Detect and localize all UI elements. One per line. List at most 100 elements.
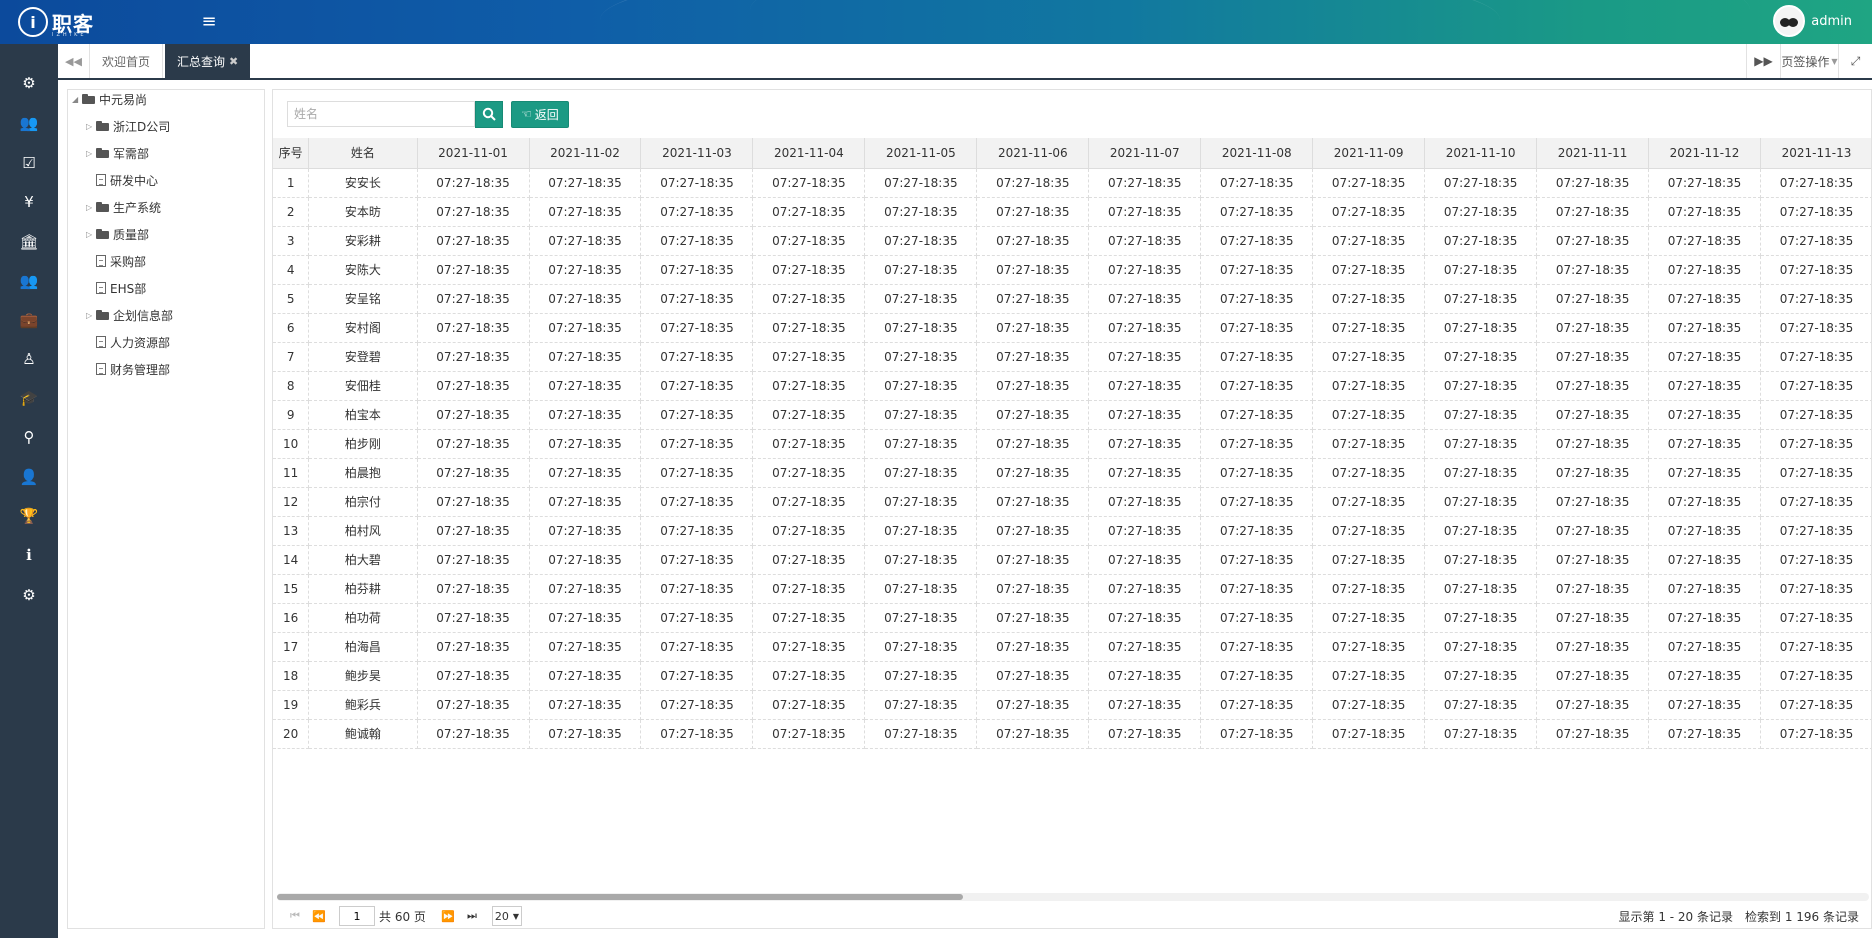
table-row[interactable]: 13 柏村风 07:27-18:35 07:27-18:35 07:27-18:35 07… bbox=[273, 516, 1871, 546]
table-row[interactable]: 20 鲍诚翰 07:27-18:35 07:27-18:35 07:27-18:35 07… bbox=[273, 719, 1871, 749]
app-logo[interactable]: i 职客 IZHIKE bbox=[18, 6, 94, 38]
menu-toggle-icon[interactable]: ≡ bbox=[200, 12, 218, 32]
tab-scroll-left-icon[interactable]: ◀◀ bbox=[58, 44, 90, 78]
tab-home[interactable]: 欢迎首页 bbox=[90, 44, 164, 78]
employee-name-cell: 鲍彩兵 bbox=[308, 690, 418, 720]
user-icon[interactable]: 👤 bbox=[0, 464, 58, 490]
fullscreen-icon[interactable]: ⤢ bbox=[1838, 44, 1872, 78]
table-row[interactable]: 14 柏大碧 07:27-18:35 07:27-18:35 07:27-18:35 07… bbox=[273, 545, 1871, 575]
tree-item[interactable]: ▷ 质量部 bbox=[86, 224, 149, 244]
column-header-index[interactable]: 序号 bbox=[273, 138, 310, 169]
column-header-date[interactable]: 2021-11-13 bbox=[1760, 138, 1871, 169]
scrollbar-thumb[interactable] bbox=[277, 894, 963, 900]
table-row[interactable]: 9 柏宝本 07:27-18:35 07:27-18:35 07:27-18:35 07:… bbox=[273, 400, 1871, 430]
avatar[interactable] bbox=[1773, 5, 1806, 37]
tree-item[interactable]: ▷ 生产系统 bbox=[86, 197, 161, 217]
search-button[interactable] bbox=[475, 100, 503, 128]
column-header-date[interactable]: 2021-11-06 bbox=[976, 138, 1090, 169]
user-menu[interactable]: admin bbox=[1773, 5, 1852, 37]
column-header-date[interactable]: 2021-11-11 bbox=[1536, 138, 1650, 169]
column-header-date[interactable]: 2021-11-03 bbox=[640, 138, 754, 169]
attendance-time-cell: 07:27-18:35 bbox=[640, 516, 754, 546]
table-row[interactable]: 7 安登碧 07:27-18:35 07:27-18:35 07:27-18:35 07:… bbox=[273, 342, 1871, 372]
horizontal-scrollbar[interactable] bbox=[277, 893, 1869, 901]
table-row[interactable]: 2 安本昉 07:27-18:35 07:27-18:35 07:27-18:35 07:… bbox=[273, 197, 1871, 227]
table-row[interactable]: 17 柏海昌 07:27-18:35 07:27-18:35 07:27-18:35 07… bbox=[273, 632, 1871, 662]
caret-down-icon[interactable]: ◢ bbox=[72, 95, 82, 104]
column-header-date[interactable]: 2021-11-12 bbox=[1648, 138, 1762, 169]
table-row[interactable]: 10 柏步刚 07:27-18:35 07:27-18:35 07:27-18:35 07… bbox=[273, 429, 1871, 459]
attendance-time-cell: 07:27-18:35 bbox=[1536, 458, 1650, 488]
attendance-time-cell: 07:27-18:35 bbox=[1760, 574, 1871, 604]
tab-scroll-right-icon[interactable]: ▶▶ bbox=[1746, 44, 1780, 78]
close-icon[interactable]: ✖ bbox=[229, 55, 238, 68]
table-row[interactable]: 18 鲍步昊 07:27-18:35 07:27-18:35 07:27-18:35 07… bbox=[273, 661, 1871, 691]
table-row[interactable]: 1 安安长 07:27-18:35 07:27-18:35 07:27-18:35 07:… bbox=[273, 168, 1871, 198]
column-header-date[interactable]: 2021-11-10 bbox=[1424, 138, 1538, 169]
page-size-select[interactable]: 20 ▼ bbox=[491, 906, 523, 926]
table-row[interactable]: 5 安呈铭 07:27-18:35 07:27-18:35 07:27-18:35 07:… bbox=[273, 284, 1871, 314]
attendance-time-cell: 07:27-18:35 bbox=[976, 632, 1090, 662]
page-number-input[interactable] bbox=[339, 906, 375, 926]
next-page-icon[interactable]: ⏩ bbox=[436, 906, 460, 926]
tree-item[interactable]: 采购部 bbox=[96, 251, 146, 271]
graduation-cap-icon[interactable]: 🎓 bbox=[0, 385, 58, 411]
tree-item[interactable]: 财务管理部 bbox=[96, 359, 170, 379]
tree-root[interactable]: ◢ 中元易尚 bbox=[72, 89, 147, 109]
caret-right-icon[interactable]: ▷ bbox=[86, 230, 96, 239]
user-name[interactable]: admin bbox=[1811, 14, 1852, 29]
tree-item[interactable]: ▷ 浙江D公司 bbox=[86, 116, 170, 136]
column-header-date[interactable]: 2021-11-01 bbox=[417, 138, 530, 169]
column-header-date[interactable]: 2021-11-09 bbox=[1312, 138, 1426, 169]
tab-summary-query[interactable]: 汇总查询 ✖ bbox=[165, 44, 251, 78]
yen-icon[interactable]: ¥ bbox=[0, 189, 58, 215]
row-index-cell: 12 bbox=[273, 487, 310, 517]
tree-item[interactable]: 研发中心 bbox=[96, 170, 158, 190]
caret-right-icon[interactable]: ▷ bbox=[86, 122, 96, 131]
last-page-icon[interactable]: ⏭ bbox=[460, 906, 484, 926]
attendance-time-cell: 07:27-18:35 bbox=[417, 487, 530, 517]
briefcase-icon[interactable]: 💼 bbox=[0, 307, 58, 333]
prev-page-icon[interactable]: ⏪ bbox=[307, 906, 331, 926]
tree-item[interactable]: ▷ 企划信息部 bbox=[86, 305, 173, 325]
column-header-date[interactable]: 2021-11-04 bbox=[752, 138, 866, 169]
column-header-date[interactable]: 2021-11-05 bbox=[864, 138, 978, 169]
caret-right-icon[interactable]: ▷ bbox=[86, 311, 96, 320]
info-icon[interactable]: ℹ bbox=[0, 542, 58, 568]
table-row[interactable]: 12 柏宗付 07:27-18:35 07:27-18:35 07:27-18:35 07… bbox=[273, 487, 1871, 517]
column-header-date[interactable]: 2021-11-02 bbox=[529, 138, 642, 169]
caret-right-icon[interactable]: ▷ bbox=[86, 149, 96, 158]
tree-item[interactable]: EHS部 bbox=[96, 278, 146, 298]
caret-right-icon[interactable]: ▷ bbox=[86, 203, 96, 212]
column-header-date[interactable]: 2021-11-08 bbox=[1200, 138, 1314, 169]
table-row[interactable]: 11 柏晨抱 07:27-18:35 07:27-18:35 07:27-18:35 07… bbox=[273, 458, 1871, 488]
table-row[interactable]: 19 鲍彩兵 07:27-18:35 07:27-18:35 07:27-18:35 07… bbox=[273, 690, 1871, 720]
tree-item[interactable]: 人力资源部 bbox=[96, 332, 170, 352]
user-tie-icon[interactable]: ♙ bbox=[0, 346, 58, 372]
cogs-icon[interactable]: ⚙ bbox=[0, 582, 58, 608]
name-search-input[interactable] bbox=[287, 101, 475, 127]
table-row[interactable]: 16 柏功荷 07:27-18:35 07:27-18:35 07:27-18:35 07… bbox=[273, 603, 1871, 633]
table-row[interactable]: 3 安彩耕 07:27-18:35 07:27-18:35 07:27-18:35 07:… bbox=[273, 226, 1871, 256]
attendance-time-cell: 07:27-18:35 bbox=[1424, 487, 1538, 517]
bank-icon[interactable]: 🏛 bbox=[0, 229, 58, 255]
dashboard-icon[interactable]: ⚙ bbox=[0, 70, 58, 96]
trophy-icon[interactable]: 🏆 bbox=[0, 503, 58, 529]
first-page-icon[interactable]: ⏮ bbox=[283, 906, 307, 926]
table-row[interactable]: 15 柏芬耕 07:27-18:35 07:27-18:35 07:27-18:35 07… bbox=[273, 574, 1871, 604]
column-header-date[interactable]: 2021-11-07 bbox=[1088, 138, 1202, 169]
table-row[interactable]: 8 安佃桂 07:27-18:35 07:27-18:35 07:27-18:35 07:… bbox=[273, 371, 1871, 401]
column-header-name[interactable]: 姓名 bbox=[308, 138, 418, 169]
back-button[interactable]: ☜ 返回 bbox=[511, 100, 569, 128]
table-row[interactable]: 4 安陈大 07:27-18:35 07:27-18:35 07:27-18:35 07:… bbox=[273, 255, 1871, 285]
page-ops-dropdown[interactable]: 页签操作 ▼ bbox=[1780, 44, 1838, 78]
table-row[interactable]: 6 安村阁 07:27-18:35 07:27-18:35 07:27-18:35 07:… bbox=[273, 313, 1871, 343]
checkbox-icon[interactable]: ☑ bbox=[0, 150, 58, 176]
award-icon[interactable]: ⚲ bbox=[0, 424, 58, 450]
attendance-time-cell: 07:27-18:35 bbox=[1536, 342, 1650, 372]
attendance-time-cell: 07:27-18:35 bbox=[1088, 255, 1202, 285]
users-icon[interactable]: 👥 bbox=[0, 110, 58, 136]
group-icon[interactable]: 👥 bbox=[0, 268, 58, 294]
tree-item[interactable]: ▷ 军需部 bbox=[86, 143, 149, 163]
attendance-time-cell: 07:27-18:35 bbox=[1424, 661, 1538, 691]
